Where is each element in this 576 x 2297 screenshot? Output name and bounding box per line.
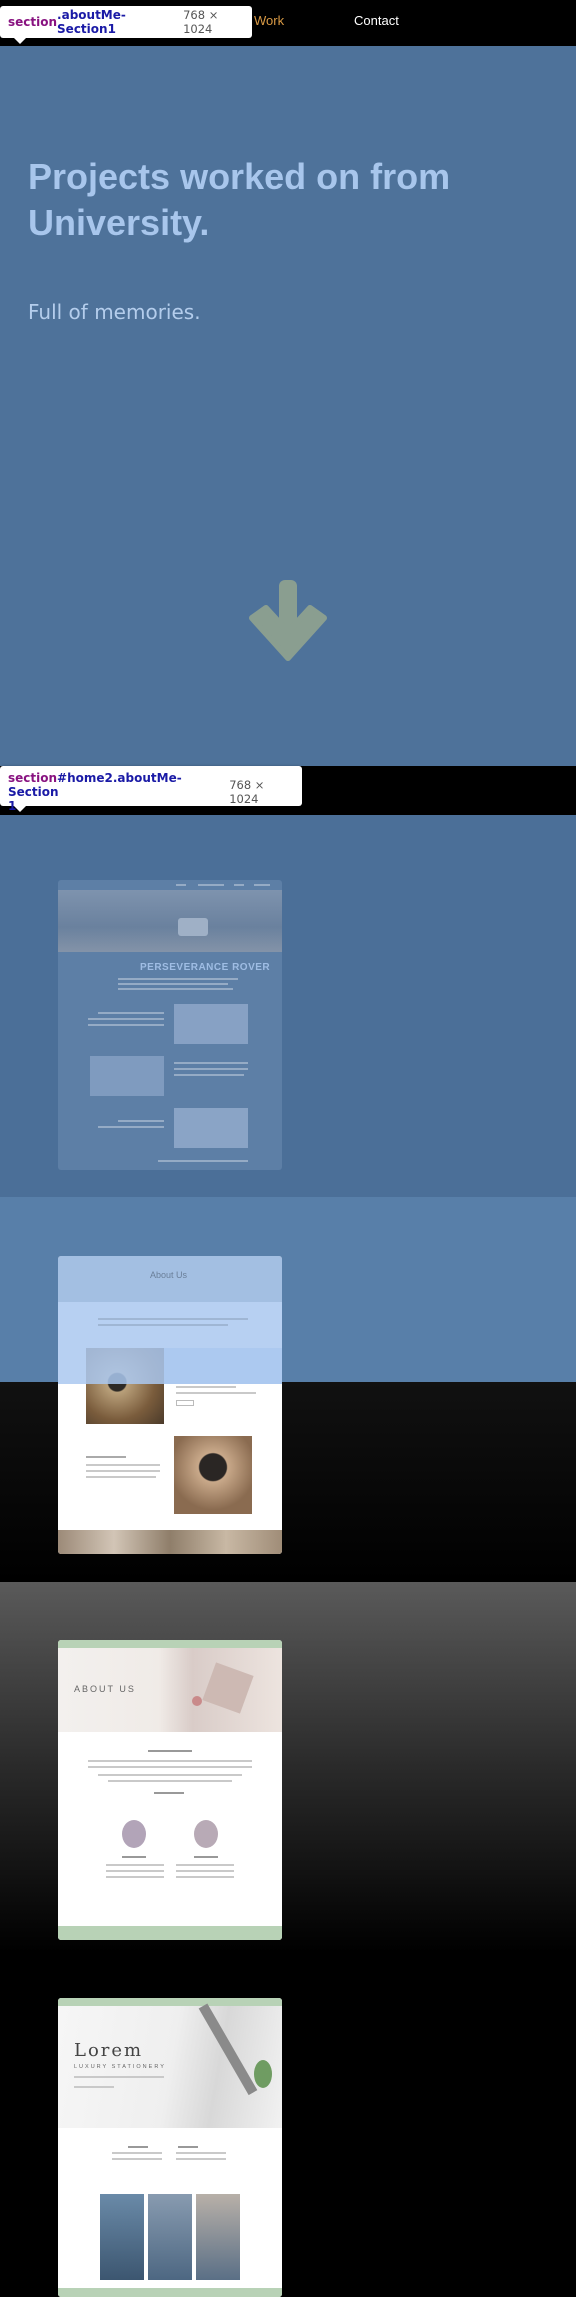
arrow-down-icon[interactable] (246, 578, 330, 662)
lorem-tagline: LUXURY STATIONERY (74, 2064, 166, 2070)
gallery-image (196, 2194, 240, 2280)
gallery-image (100, 2194, 144, 2280)
project-thumbnail-about-us[interactable]: About Us (58, 1256, 282, 1554)
nav-contact-link[interactable]: Contact (354, 13, 399, 28)
badge-class-cont: 1 (8, 799, 17, 813)
badge-tag: section (8, 15, 58, 29)
badge-dimensions: 768 × 1024 (229, 778, 265, 806)
badge-tag: section (8, 771, 58, 785)
about-us-heading: About Us (150, 1270, 188, 1280)
thumb-nav (58, 1998, 282, 2006)
nav-work-link[interactable]: Work (254, 13, 284, 28)
project-thumbnail-about-us-2[interactable]: ABOUT US (58, 1640, 282, 1940)
avatar (194, 1820, 218, 1848)
about-me-section-1: Projects worked on from University. Full… (0, 46, 576, 766)
footer-image-strip (58, 1530, 282, 1554)
project-thumbnail-lorem[interactable]: Lorem LUXURY STATIONERY (58, 1998, 282, 2297)
thumb-nav (58, 1640, 282, 1648)
hero-title: Projects worked on from University. (28, 156, 451, 243)
rover-image-3 (174, 1108, 248, 1148)
thumb-nav (58, 880, 282, 890)
thumb-footer (58, 1926, 282, 1940)
rover-image-1 (174, 1004, 248, 1044)
rover-image-2 (90, 1056, 164, 1096)
gallery-image (148, 2194, 192, 2280)
thumb-footer (58, 2288, 282, 2297)
inspector-badge-2: section#home2.aboutMe-Section 1 768 × 10… (0, 766, 302, 813)
badge-class: .aboutMe-Section1 (57, 8, 126, 36)
perseverance-heading: PERSEVERANCE ROVER (140, 962, 271, 973)
lorem-heading: Lorem (74, 2040, 144, 2061)
hero-subtitle: Full of memories. (28, 300, 201, 324)
about-us-2-heading: ABOUT US (74, 1684, 136, 1694)
badge-dimensions: 768 × 1024 (183, 8, 219, 36)
avatar (122, 1820, 146, 1848)
product-image (174, 1436, 252, 1514)
inspector-badge: section .aboutMe-Section1 768 × 1024 (0, 6, 252, 44)
project-thumbnail-perseverance[interactable]: PERSEVERANCE ROVER (58, 880, 282, 1170)
mars-hero-image (58, 890, 282, 952)
